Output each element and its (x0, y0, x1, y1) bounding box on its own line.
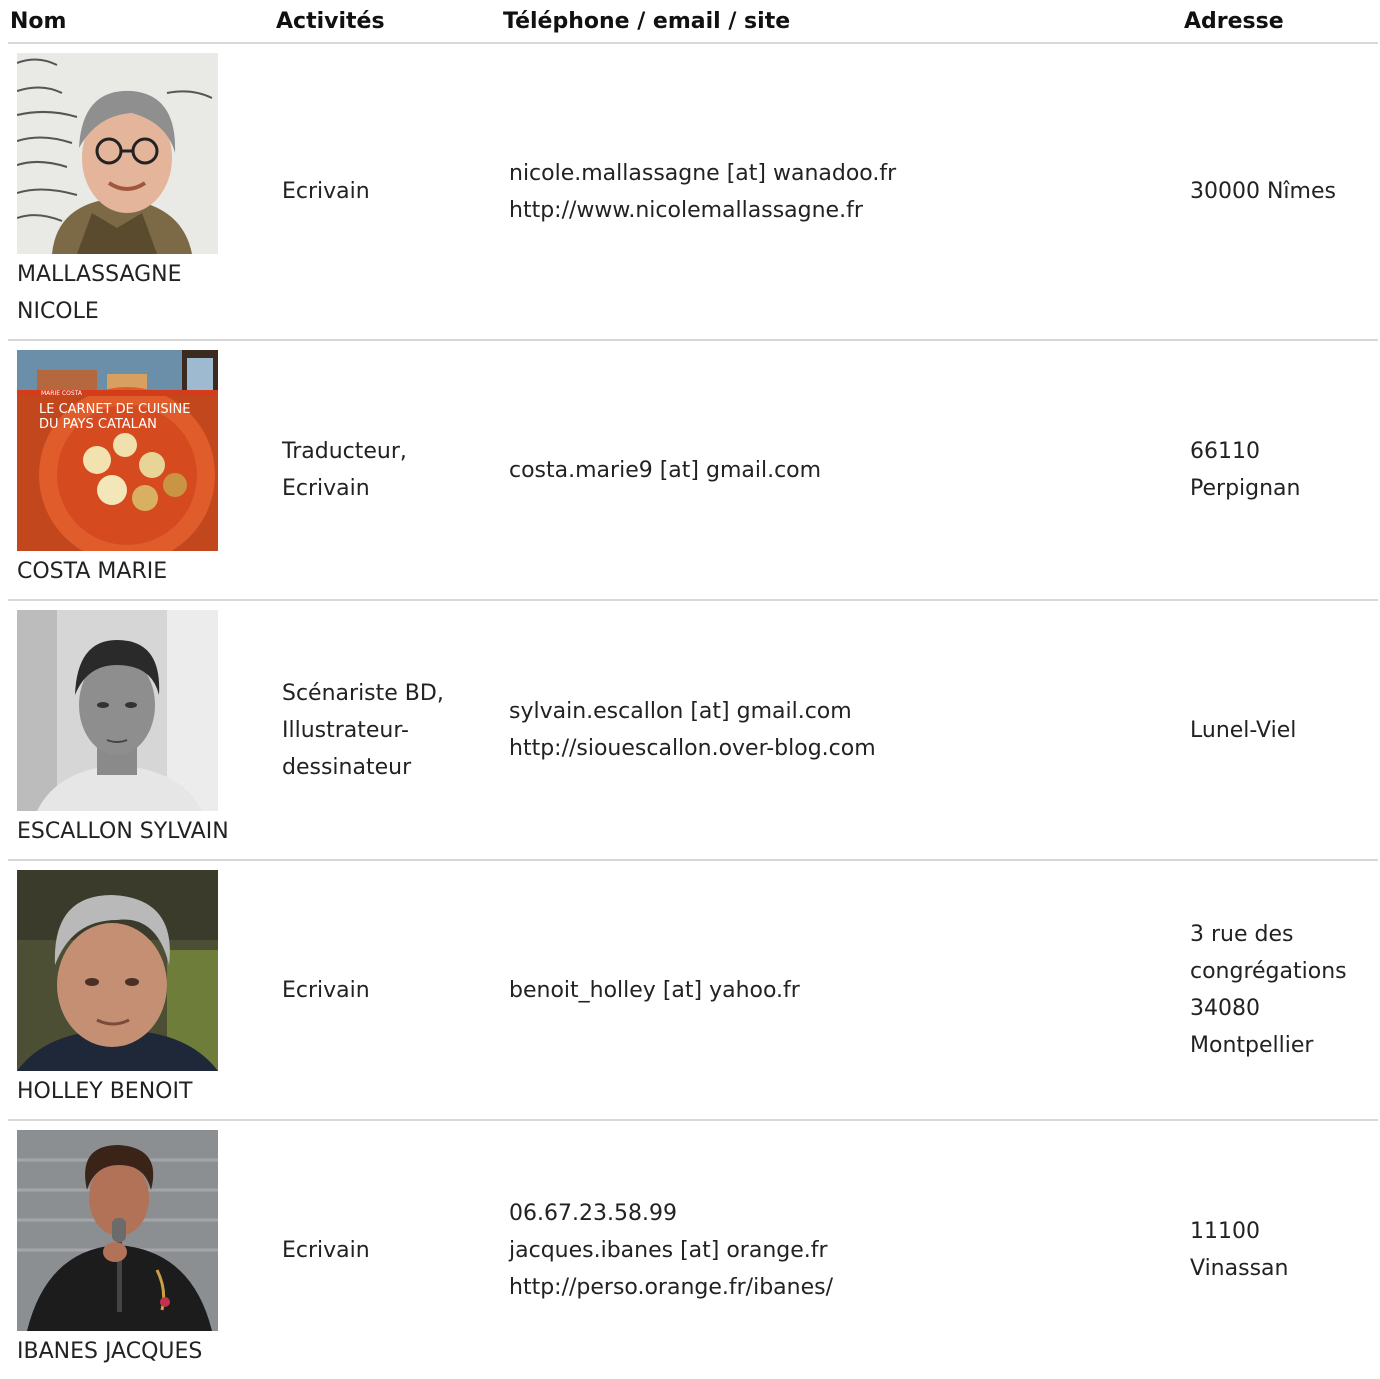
email-link[interactable]: nicole.mallassagne [at] wanadoo.fr (509, 155, 1182, 192)
name-cell: MARIE COSTA LE CARNET DE CUISINE DU PAYS… (8, 340, 274, 601)
contact-cell: costa.marie9 [at] gmail.com (501, 340, 1182, 601)
header-address: Adresse (1182, 0, 1378, 44)
author-name: MALLASSAGNE NICOLE (17, 262, 182, 324)
svg-text:DU PAYS CATALAN: DU PAYS CATALAN (39, 417, 157, 432)
name-cell: ESCALLON SYLVAIN (8, 600, 274, 861)
author-name: COSTA MARIE (17, 559, 168, 584)
email-link[interactable]: jacques.ibanes [at] orange.fr (509, 1232, 1182, 1269)
author-photo-escallon[interactable] (17, 610, 218, 811)
activity-cell: Ecrivain (274, 43, 501, 341)
name-cell: MALLASSAGNE NICOLE (8, 43, 274, 341)
activity-cell: Scénariste BD, Illustrateur- dessinateur (274, 600, 501, 861)
header-name: Nom (8, 0, 274, 44)
table-row: IBANES JACQUES Ecrivain 06.67.23.58.99 j… (8, 1120, 1378, 1379)
address-cell: 66110 Perpignan (1182, 340, 1378, 601)
header-contact: Téléphone / email / site (501, 0, 1182, 44)
address-cell: 30000 Nîmes (1182, 43, 1378, 341)
author-photo-holley[interactable] (17, 870, 218, 1071)
address-cell: 3 rue des congrégations 34080 Montpellie… (1182, 860, 1378, 1121)
email-link[interactable]: benoit_holley [at] yahoo.fr (509, 972, 1182, 1009)
authors-table: Nom Activités Téléphone / email / site A… (8, 0, 1378, 1379)
author-name: IBANES JACQUES (17, 1339, 203, 1364)
table-row: MALLASSAGNE NICOLE Ecrivain nicole.malla… (8, 43, 1378, 341)
website-link[interactable]: http://siouescallon.over-blog.com (509, 730, 1182, 767)
book-cover-costa[interactable]: MARIE COSTA LE CARNET DE CUISINE DU PAYS… (17, 350, 218, 551)
website-link[interactable]: http://perso.orange.fr/ibanes/ (509, 1269, 1182, 1306)
author-photo-mallassagne[interactable] (17, 53, 218, 254)
contact-cell: nicole.mallassagne [at] wanadoo.fr http:… (501, 43, 1182, 341)
address-cell: 11100 Vinassan (1190, 1219, 1289, 1281)
table-row: ESCALLON SYLVAIN Scénariste BD, Illustra… (8, 600, 1378, 861)
phone-number: 06.67.23.58.99 (509, 1200, 677, 1226)
header-activities: Activités (274, 0, 501, 44)
author-name: HOLLEY BENOIT (17, 1079, 193, 1104)
address-cell: Lunel-Viel (1182, 600, 1378, 861)
name-cell: IBANES JACQUES (8, 1120, 274, 1379)
activity-cell: Traducteur, Ecrivain (274, 340, 501, 601)
activity-cell: Ecrivain (282, 1237, 370, 1263)
table-header-row: Nom Activités Téléphone / email / site A… (8, 0, 1378, 44)
contact-cell: sylvain.escallon [at] gmail.com http://s… (501, 600, 1182, 861)
activity-cell: Ecrivain (274, 860, 501, 1121)
email-link[interactable]: costa.marie9 [at] gmail.com (509, 452, 1182, 489)
email-link[interactable]: sylvain.escallon [at] gmail.com (509, 693, 1182, 730)
contact-cell: benoit_holley [at] yahoo.fr (501, 860, 1182, 1121)
svg-text:MARIE COSTA: MARIE COSTA (41, 390, 83, 397)
table-row: MARIE COSTA LE CARNET DE CUISINE DU PAYS… (8, 340, 1378, 601)
contact-cell: 06.67.23.58.99 jacques.ibanes [at] orang… (501, 1120, 1182, 1379)
author-name: ESCALLON SYLVAIN (17, 819, 229, 844)
author-photo-ibanes[interactable] (17, 1130, 218, 1331)
website-link[interactable]: http://www.nicolemallassagne.fr (509, 192, 1182, 229)
name-cell: HOLLEY BENOIT (8, 860, 274, 1121)
svg-text:LE CARNET DE CUISINE: LE CARNET DE CUISINE (39, 402, 190, 417)
table-row: HOLLEY BENOIT Ecrivain benoit_holley [at… (8, 860, 1378, 1121)
